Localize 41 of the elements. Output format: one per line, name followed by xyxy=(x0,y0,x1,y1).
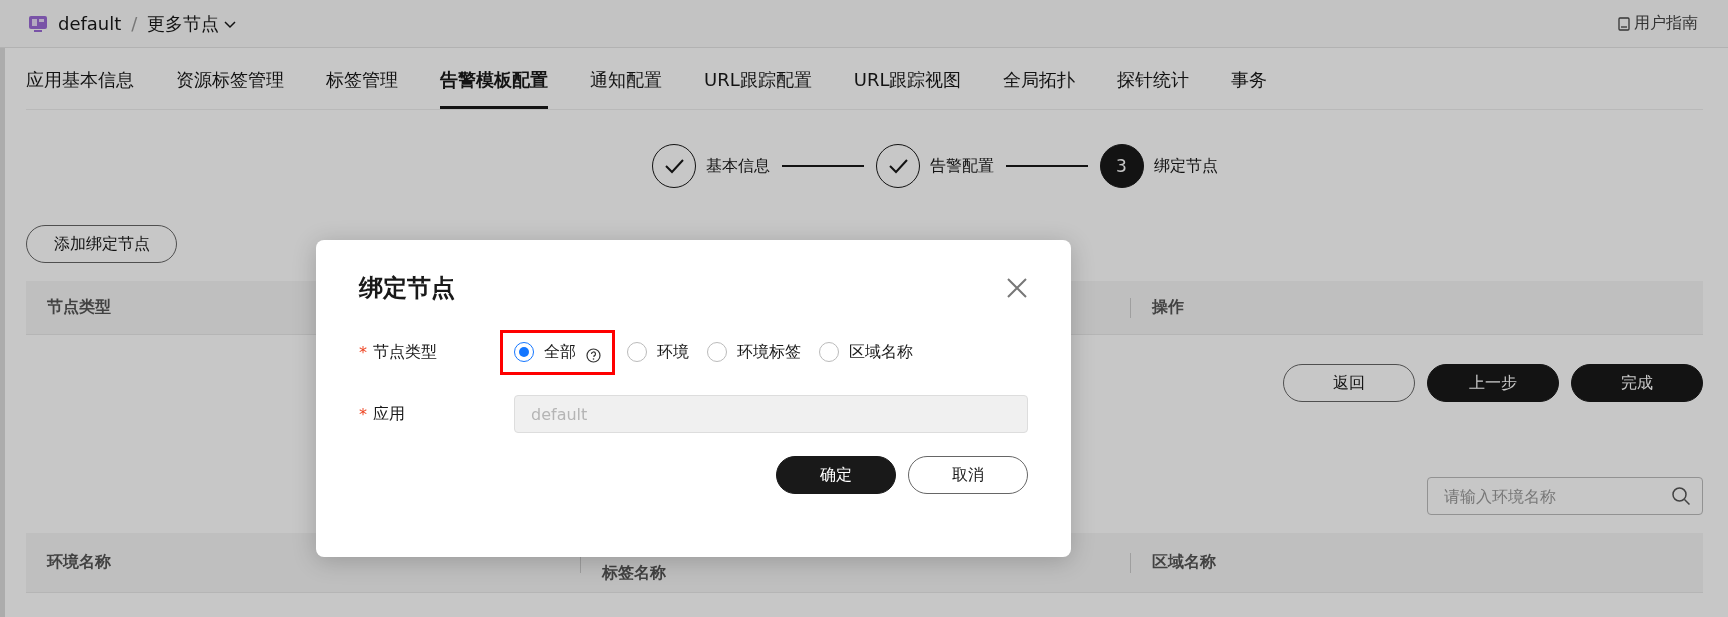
breadcrumb-separator: / xyxy=(131,13,138,34)
tab[interactable]: 全局拓扑 xyxy=(1003,68,1076,109)
tab[interactable]: 探针统计 xyxy=(1117,68,1190,109)
action-button[interactable]: 完成 xyxy=(1571,364,1703,402)
tab[interactable]: 事务 xyxy=(1231,68,1268,109)
search-field[interactable]: 请输入环境名称 xyxy=(1427,477,1703,515)
step-label: 告警配置 xyxy=(929,155,994,177)
dialog-title: 绑定节点 xyxy=(359,273,455,304)
add-node-button[interactable]: 添加绑定节点 xyxy=(26,225,177,263)
document-icon xyxy=(1618,16,1630,31)
tab[interactable]: 告警模板配置 xyxy=(440,68,548,109)
app-icon xyxy=(28,13,48,34)
tab[interactable]: URL跟踪视图 xyxy=(853,68,962,109)
action-button[interactable]: 上一步 xyxy=(1427,364,1559,402)
radio-option[interactable]: 全部 xyxy=(500,329,615,375)
tab[interactable]: 通知配置 xyxy=(590,68,662,109)
column-header: 操作 xyxy=(1150,297,1184,318)
step-label: 基本信息 xyxy=(705,155,770,177)
step-label: 绑定节点 xyxy=(1153,155,1218,177)
breadcrumb-item[interactable]: default xyxy=(58,13,122,34)
required-mark: * xyxy=(359,404,367,424)
tab[interactable]: 标签管理 xyxy=(326,68,398,109)
tab[interactable]: 应用基本信息 xyxy=(26,68,134,109)
column-header: 区域名称 xyxy=(1151,552,1216,573)
field-label-text: 应用 xyxy=(373,403,405,425)
dialog-button[interactable]: 确定 xyxy=(776,456,896,494)
column-header: 环境名称 xyxy=(45,552,112,573)
action-button[interactable]: 返回 xyxy=(1283,364,1415,402)
search-icon[interactable] xyxy=(1671,486,1691,506)
user-guide-link[interactable]: 用户指南 xyxy=(1618,13,1698,34)
step-circle: 3 xyxy=(1099,144,1144,188)
column-header: 节点类型 xyxy=(46,297,112,318)
breadcrumb-dropdown[interactable]: 更多节点 xyxy=(147,11,238,36)
column-header: 标签名称 xyxy=(600,563,667,584)
dialog-button[interactable]: 取消 xyxy=(908,456,1028,494)
help-icon[interactable] xyxy=(586,347,601,363)
tab[interactable]: URL跟踪配置 xyxy=(704,68,812,109)
tab[interactable]: 资源标签管理 xyxy=(176,68,284,109)
field-label-text: 节点类型 xyxy=(373,341,437,363)
close-icon[interactable] xyxy=(1006,277,1028,299)
required-mark: * xyxy=(359,342,367,362)
